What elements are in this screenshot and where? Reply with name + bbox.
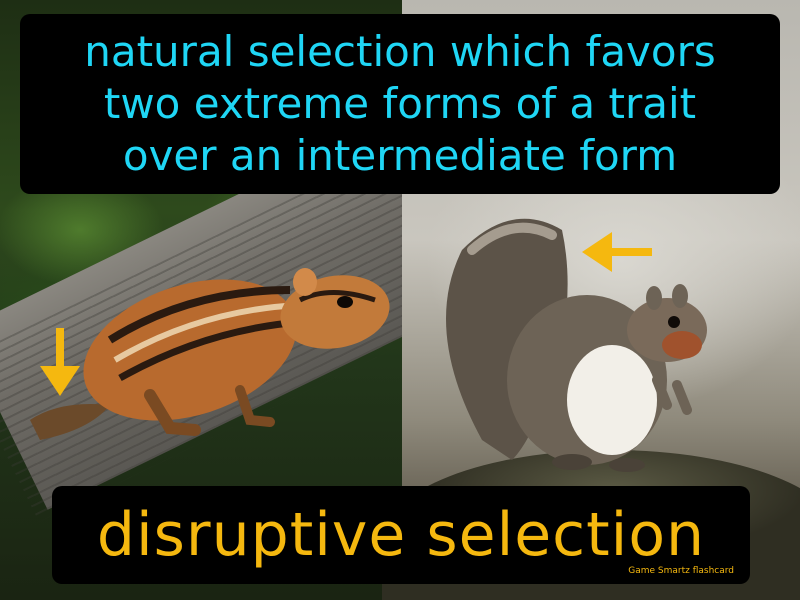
term-text: disruptive selection <box>96 500 706 570</box>
definition-text: natural selection which favors two extre… <box>20 26 780 182</box>
definition-line-1: natural selection which favors <box>84 27 716 76</box>
flashcard: natural selection which favors two extre… <box>0 0 800 600</box>
definition-box: natural selection which favors two extre… <box>20 14 780 194</box>
arrow-down-icon <box>40 328 80 396</box>
definition-line-3: over an intermediate form <box>122 131 678 180</box>
credit-label: Game Smartz flashcard <box>628 566 734 576</box>
definition-line-2: two extreme forms of a trait <box>103 79 697 128</box>
arrow-left-icon <box>582 232 652 272</box>
